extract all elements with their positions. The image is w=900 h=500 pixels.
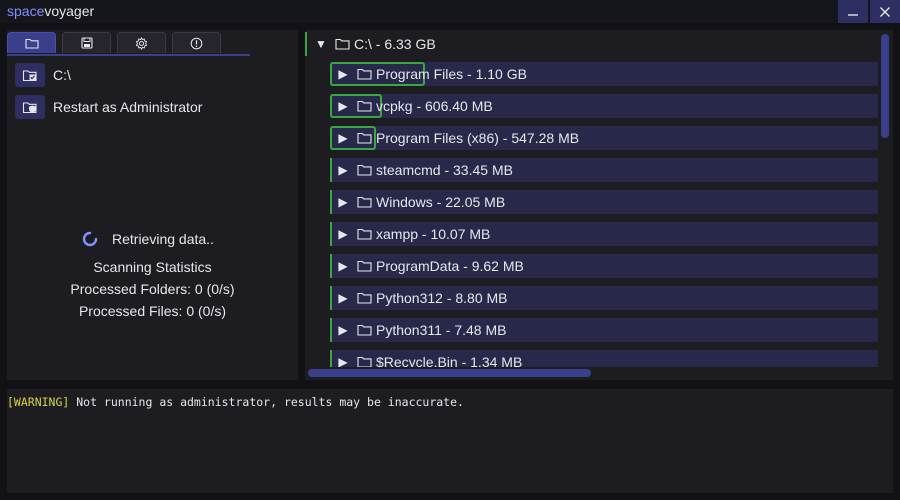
tab-about[interactable] [172,32,221,53]
tree-item[interactable]: ▶ vcpkg - 606.40 MB [330,94,878,118]
tree-item-label: steamcmd - 33.45 MB [376,162,513,178]
tab-underline [7,54,250,56]
stats-heading: Scanning Statistics [93,259,212,275]
tree-item[interactable]: ▶ ProgramData - 9.62 MB [330,254,878,278]
expand-arrow-icon[interactable]: ▶ [333,163,353,177]
title-bar: spacevoyager [0,0,900,23]
tree-item-label: Program Files - 1.10 GB [376,66,527,82]
tree-item-label: xampp - 10.07 MB [376,226,491,242]
expand-arrow-icon[interactable]: ▶ [333,227,353,241]
restart-admin-action[interactable]: Restart as Administrator [15,95,275,119]
folder-icon [335,38,350,50]
close-button[interactable] [870,0,900,23]
drive-select-button[interactable] [15,63,45,87]
gear-icon [135,36,148,50]
expand-arrow-icon[interactable]: ▶ [333,291,353,305]
tree-item[interactable]: ▶ Windows - 22.05 MB [330,190,878,214]
app-title-accent: space [7,3,45,19]
tree-item[interactable]: ▶ steamcmd - 33.45 MB [330,158,878,182]
tab-bar [7,32,298,56]
log-panel: [WARNING] Not running as administrator, … [7,389,893,493]
tree-item-label: vcpkg - 606.40 MB [376,98,493,114]
tree-item[interactable]: ▶ Program Files (x86) - 547.28 MB [330,126,878,150]
tab-settings[interactable] [117,32,166,53]
tree-item-label: Python311 - 7.48 MB [376,322,507,338]
horizontal-scrollbar-thumb[interactable] [308,369,591,377]
tree-panel: ▼ C:\ - 6.33 GB ▶ Program Files - 1.10 GB… [305,30,893,380]
folder-check-icon [22,70,37,82]
log-message: Not running as administrator, results ma… [69,395,464,409]
folder-icon [357,100,372,112]
info-icon [190,37,203,49]
app-title: spacevoyager [7,3,94,19]
folder-icon [357,132,372,144]
expand-arrow-icon[interactable]: ▶ [333,131,353,145]
folder-icon [357,164,372,176]
tree-item-label: Python312 - 8.80 MB [376,290,508,306]
tree-item-label: ProgramData - 9.62 MB [376,258,524,274]
tab-save[interactable] [62,32,111,53]
log-warning-tag: [WARNING] [7,395,70,409]
expand-arrow-icon[interactable]: ▶ [333,259,353,273]
spinner-icon [82,231,98,247]
left-panel: C:\ Restart as Administrator Retrieving … [7,30,298,380]
tab-explorer[interactable] [7,32,56,53]
minimize-icon [848,13,858,16]
tree-item[interactable]: ▶ Python312 - 8.80 MB [330,286,878,310]
log-line: [WARNING] Not running as administrator, … [7,395,464,409]
expand-arrow-icon[interactable]: ▼ [311,37,331,51]
processed-files: Processed Files: 0 (0/s) [78,303,227,319]
folder-shield-icon [22,102,37,114]
status-line: Retrieving data.. [82,231,214,247]
status-text: Retrieving data.. [112,231,214,247]
tree-item[interactable]: ▶ xampp - 10.07 MB [330,222,878,246]
tree-item[interactable]: ▶ Python311 - 7.48 MB [330,318,878,342]
expand-arrow-icon[interactable]: ▶ [333,195,353,209]
expand-arrow-icon[interactable]: ▶ [333,323,353,337]
minimize-button[interactable] [838,0,868,23]
save-icon [80,37,93,49]
restart-admin-label: Restart as Administrator [53,99,203,115]
folder-icon [357,196,372,208]
folder-icon [357,260,372,272]
expand-arrow-icon[interactable]: ▶ [333,67,353,81]
close-icon [880,6,890,17]
restart-admin-button[interactable] [15,95,45,119]
folder-icon [357,324,372,336]
app-title-rest: voyager [44,3,95,19]
tree-item[interactable]: ▶ Program Files - 1.10 GB [330,62,878,86]
folder-icon [24,38,39,49]
folder-icon [357,228,372,240]
folder-icon [357,68,372,80]
processed-folders: Processed Folders: 0 (0/s) [70,281,235,297]
tree-root[interactable]: ▼ C:\ - 6.33 GB [305,32,875,56]
folder-icon [357,292,372,304]
tree-item-label: Windows - 22.05 MB [376,194,506,210]
tree-item-label: Program Files (x86) - 547.28 MB [376,130,580,146]
drive-selector[interactable]: C:\ [15,63,275,87]
drive-label: C:\ [53,67,71,83]
vertical-scrollbar-thumb[interactable] [881,34,889,138]
tree-root-label: C:\ - 6.33 GB [354,36,436,52]
expand-arrow-icon[interactable]: ▶ [333,99,353,113]
